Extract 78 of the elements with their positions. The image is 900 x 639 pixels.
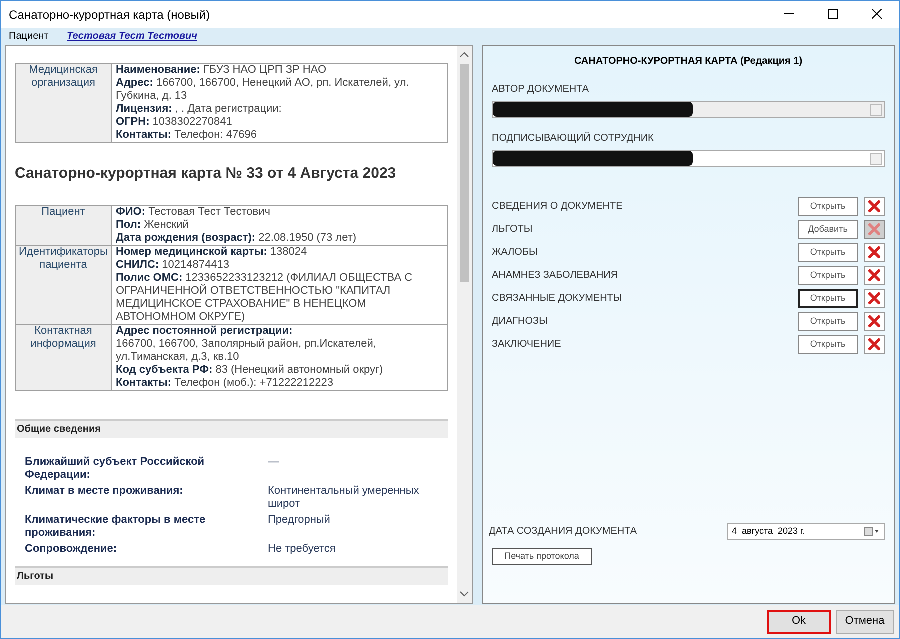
section-label: ЛЬГОТЫ: [492, 223, 534, 237]
document-heading: Санаторно-курортная карта № 33 от 4 Августа 2023: [15, 164, 398, 184]
field-text: Наименование: ГБУЗ НАО ЦРП ЗР НАО: [116, 64, 328, 77]
field-value: Не требуется: [268, 542, 337, 556]
field-text: Номер медицинской карты: 138024: [116, 246, 308, 258]
date-value: 4 августа 2023 г.: [732, 524, 806, 538]
scrollbar[interactable]: [457, 46, 472, 603]
delete-icon: [868, 246, 881, 259]
close-icon[interactable]: [872, 9, 882, 19]
section-label: СВЯЗАННЫЕ ДОКУМЕНТЫ: [492, 292, 624, 306]
scrollbar-thumb[interactable]: [460, 64, 469, 282]
patient-label: Пациент: [8, 30, 50, 44]
field-text: Контакты: Телефон: 47696: [116, 129, 258, 142]
calendar-dropdown-icon[interactable]: [864, 527, 880, 536]
minimize-icon[interactable]: [784, 13, 794, 15]
field-label: Ближайший субъект Российской Федерации:: [25, 456, 206, 482]
delete-button[interactable]: [864, 197, 885, 216]
field-text: Адрес постоянной регистрации:: [116, 324, 294, 338]
section-header: Общие сведения: [15, 418, 448, 438]
field-text: Код субъекта РФ: 83 (Ненецкий автономный округ): [116, 364, 384, 376]
table-header-cell: Пациент: [16, 205, 112, 245]
field-text: Контакты: Телефон (моб.): +71222212223: [116, 376, 334, 390]
field-text: Полис ОМС: 1233652233123212 (ФИЛИАЛ ОБЩЕСТВА С ОГРАНИЧЕННОЙ ОТВЕТСТВЕННОСТЬЮ "КАПИТАЛ МЕДИЦИНСКОЕ СТРАХОВАНИЕ" В НЕНЕЦКОМ АВТОНОМНОМ ОКРУГЕ): [116, 272, 414, 324]
field-text: Адрес: 166700, 166700, Ненецкий АО, рп. Искателей, ул. Губкина, д. 13: [116, 77, 410, 103]
delete-icon: [868, 223, 881, 236]
delete-button[interactable]: [864, 289, 885, 308]
dialog-button[interactable]: Отмена: [836, 610, 894, 634]
delete-button[interactable]: [864, 266, 885, 285]
delete-button[interactable]: [864, 335, 885, 354]
section-button[interactable]: Открыть: [798, 266, 858, 285]
section-header: Льготы: [15, 566, 448, 584]
field-text: ОГРН: 1038302270841: [116, 116, 234, 129]
table-header-cell: Идентификаторы пациента: [16, 245, 112, 324]
section-label: ДИАГНОЗЫ: [492, 315, 549, 329]
maximize-icon[interactable]: [828, 9, 838, 19]
delete-button[interactable]: [864, 243, 885, 262]
delete-icon: [868, 292, 881, 305]
section-button[interactable]: Открыть: [798, 312, 858, 331]
field-label: АВТОР ДОКУМЕНТА: [492, 83, 590, 97]
field-text: 166700, 166700, Заполярный район, рп.Искателей, ул.Тиманская, д.3, кв.10: [116, 338, 378, 364]
field-text: Дата рождения (возраст): 22.08.1950 (73 лет): [116, 232, 358, 244]
delete-icon: [868, 269, 881, 282]
dialog-button[interactable]: Ok: [767, 610, 831, 634]
field-value: Континентальный умеренных широт: [268, 484, 420, 510]
employee-field[interactable]: [492, 150, 885, 167]
section-button[interactable]: Открыть: [798, 335, 858, 354]
date-picker[interactable]: 4 августа 2023 г.: [727, 523, 885, 540]
section-label: АНАМНЕЗ ЗАБОЛЕВАНИЯ: [492, 269, 620, 283]
scroll-down-icon[interactable]: [460, 591, 469, 597]
field-label: ПОДПИСЫВАЮЩИЙ СОТРУДНИК: [492, 131, 655, 146]
patient-link[interactable]: Тестовая Тест Тестович: [67, 29, 198, 44]
table-header-cell: Контактная информация: [16, 324, 112, 390]
field-text: СНИЛС: 10214874413: [116, 258, 230, 272]
field-value: Предгорный: [268, 514, 332, 528]
field-text: ФИО: Тестовая Тест Тестович: [116, 206, 272, 218]
field-label: ДАТА СОЗДАНИЯ ДОКУМЕНТА: [489, 525, 638, 539]
delete-icon: [868, 315, 881, 328]
section-button[interactable]: Открыть: [798, 197, 858, 216]
section-label: ЖАЛОБЫ: [492, 246, 539, 260]
section-label: ЗАКЛЮЧЕНИЕ: [492, 338, 562, 352]
field-value: —: [268, 456, 280, 470]
field-text: Лицензия: , . Дата регистрации:: [116, 103, 283, 116]
scroll-up-icon[interactable]: [460, 52, 469, 58]
field-label: Климат в месте проживания:: [25, 484, 184, 498]
print-button[interactable]: Печать протокола: [492, 548, 592, 565]
window-title: Санаторно-курортная карта (новый): [8, 6, 210, 24]
table-header-cell: Медицинская организация: [16, 64, 112, 142]
form-title: САНАТОРНО-КУРОРТНАЯ КАРТА (Редакция 1): [573, 55, 804, 69]
section-button[interactable]: Открыть: [798, 289, 858, 308]
delete-icon: [868, 200, 881, 213]
delete-button[interactable]: [864, 312, 885, 331]
section-button[interactable]: Добавить: [798, 220, 858, 239]
section-label: СВЕДЕНИЯ О ДОКУМЕНТЕ: [492, 200, 624, 214]
delete-icon: [868, 338, 881, 351]
field-text: Пол: Женский: [116, 218, 190, 232]
field-label: Сопровождение:: [25, 542, 118, 556]
field-label: Климатические факторы в месте проживания:: [25, 514, 207, 540]
section-button[interactable]: Открыть: [798, 243, 858, 262]
